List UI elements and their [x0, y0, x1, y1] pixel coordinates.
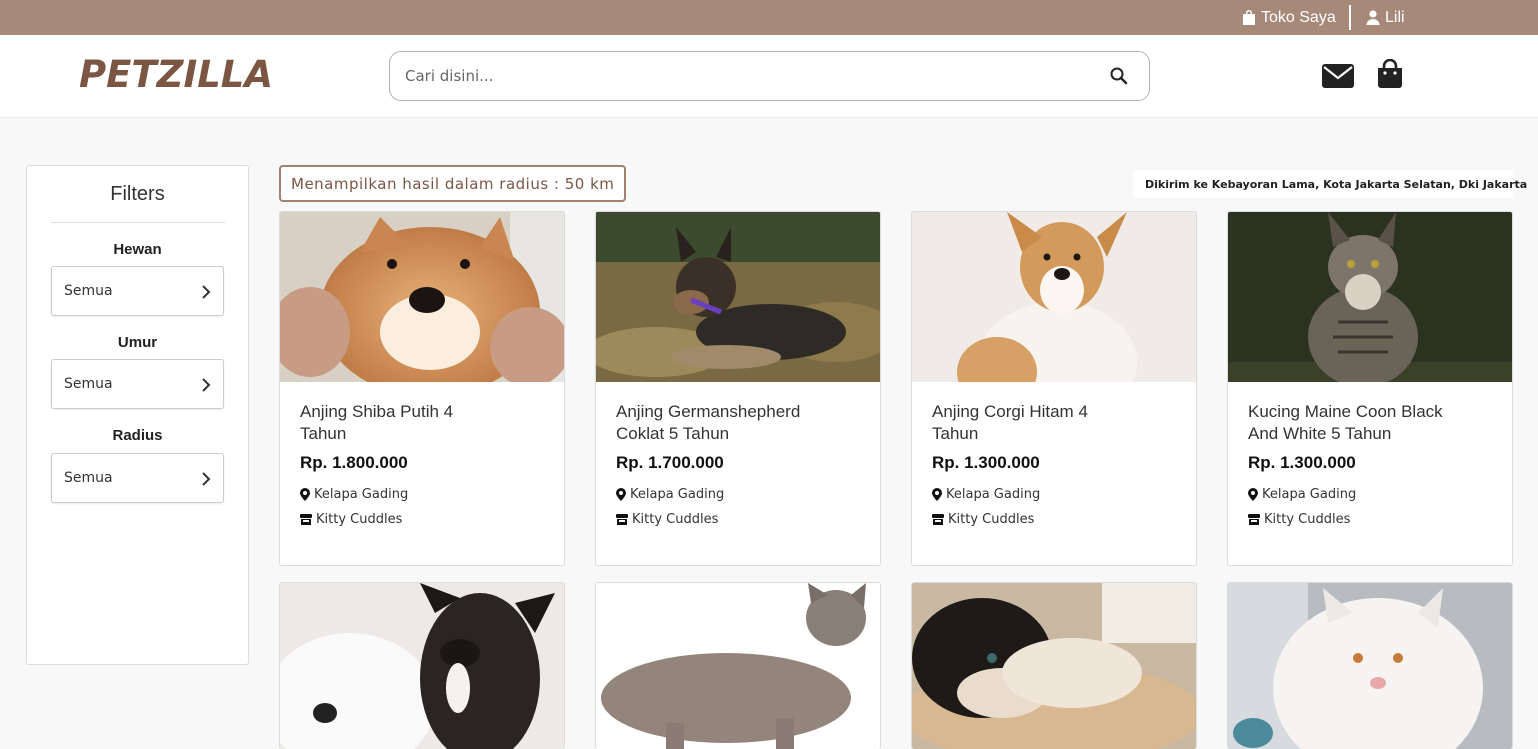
product-image-germanshepherd[interactable]: [596, 212, 880, 382]
product-name[interactable]: Anjing Shiba Putih 4 Tahun: [300, 401, 500, 445]
product-card[interactable]: [595, 582, 881, 749]
store-icon: [932, 514, 944, 525]
topbar-divider: [1349, 5, 1351, 30]
store-icon: [616, 514, 628, 525]
user-account-link[interactable]: Lili: [1366, 0, 1405, 35]
product-name[interactable]: Anjing Corgi Hitam 4 Tahun: [932, 401, 1132, 445]
filter-value-radius: Semua: [64, 470, 113, 486]
top-bar: Toko Saya Lili: [0, 0, 1538, 35]
product-location: Kelapa Gading: [932, 487, 1040, 502]
product-price: Rp. 1.700.000: [616, 453, 724, 472]
product-name[interactable]: Anjing Germanshepherd Coklat 5 Tahun: [616, 401, 816, 445]
shipping-address[interactable]: Dikirim ke Kebayoran Lama, Kota Jakarta …: [1133, 170, 1527, 198]
product-card[interactable]: [911, 582, 1197, 749]
map-pin-icon: [616, 488, 626, 501]
filter-value-umur: Semua: [64, 376, 113, 392]
search-bar: [389, 51, 1150, 101]
filters-panel: Filters Hewan Semua Umur Semua Radius Se…: [26, 165, 249, 665]
product-image-shiba[interactable]: [280, 212, 564, 382]
product-card[interactable]: [1227, 582, 1513, 749]
product-card[interactable]: [279, 582, 565, 749]
filter-select-umur[interactable]: Semua: [51, 359, 224, 409]
product-location-text: Kelapa Gading: [314, 487, 409, 502]
store-icon: [1248, 514, 1260, 525]
product-name[interactable]: Kucing Maine Coon Black And White 5 Tahu…: [1248, 401, 1448, 445]
product-price: Rp. 1.800.000: [300, 453, 408, 472]
product-shop-text: Kitty Cuddles: [1264, 512, 1351, 527]
product-location: Kelapa Gading: [616, 487, 724, 502]
product-shop-text: Kitty Cuddles: [948, 512, 1035, 527]
radius-info-badge: Menampilkan hasil dalam radius : 50 km: [279, 165, 626, 202]
product-price: Rp. 1.300.000: [1248, 453, 1356, 472]
product-price: Rp. 1.300.000: [932, 453, 1040, 472]
filter-label-umur: Umur: [117, 334, 158, 351]
product-shop: Kitty Cuddles: [300, 512, 402, 527]
mail-icon[interactable]: [1322, 64, 1354, 88]
filters-divider: [51, 222, 225, 223]
product-shop: Kitty Cuddles: [1248, 512, 1350, 527]
product-location-text: Kelapa Gading: [1262, 487, 1357, 502]
my-shop-label: Toko Saya: [1261, 8, 1336, 26]
filter-select-hewan[interactable]: Semua: [51, 266, 224, 316]
chevron-right-icon: [202, 472, 211, 486]
search-icon[interactable]: [1109, 66, 1129, 86]
filter-select-radius[interactable]: Semua: [51, 453, 224, 503]
product-card[interactable]: Anjing Corgi Hitam 4 Tahun Rp. 1.300.000…: [911, 211, 1197, 566]
product-image-greycat[interactable]: [596, 583, 880, 749]
shopping-bag-icon: [1243, 10, 1255, 25]
product-image-persiancat[interactable]: [1228, 583, 1512, 749]
product-card[interactable]: Anjing Germanshepherd Coklat 5 Tahun Rp.…: [595, 211, 881, 566]
product-image-mainecoon[interactable]: [1228, 212, 1512, 382]
product-shop-text: Kitty Cuddles: [316, 512, 403, 527]
product-card[interactable]: Anjing Shiba Putih 4 Tahun Rp. 1.800.000…: [279, 211, 565, 566]
chevron-right-icon: [202, 285, 211, 299]
site-logo[interactable]: PETZILLA: [79, 53, 273, 96]
product-location: Kelapa Gading: [1248, 487, 1356, 502]
product-shop: Kitty Cuddles: [616, 512, 718, 527]
filter-label-hewan: Hewan: [113, 241, 162, 258]
user-icon: [1366, 10, 1380, 25]
map-pin-icon: [1248, 488, 1258, 501]
product-location: Kelapa Gading: [300, 487, 408, 502]
search-input[interactable]: [405, 52, 1085, 100]
cart-bag-icon[interactable]: [1376, 59, 1404, 89]
main-header: PETZILLA: [0, 35, 1538, 118]
product-location-text: Kelapa Gading: [630, 487, 725, 502]
product-image-siamesecat[interactable]: [912, 583, 1196, 749]
user-name-label: Lili: [1385, 8, 1405, 26]
my-shop-link[interactable]: Toko Saya: [1242, 0, 1336, 35]
product-location-text: Kelapa Gading: [946, 487, 1041, 502]
map-pin-icon: [932, 488, 942, 501]
filters-title: Filters: [110, 183, 165, 205]
store-icon: [300, 514, 312, 525]
product-image-dogs[interactable]: [280, 583, 564, 749]
map-pin-icon: [300, 488, 310, 501]
filter-label-radius: Radius: [112, 427, 163, 444]
product-card[interactable]: Kucing Maine Coon Black And White 5 Tahu…: [1227, 211, 1513, 566]
shipping-text: Dikirim ke Kebayoran Lama, Kota Jakarta …: [1145, 177, 1528, 191]
chevron-right-icon: [202, 378, 211, 392]
filter-value-hewan: Semua: [64, 283, 113, 299]
product-shop-text: Kitty Cuddles: [632, 512, 719, 527]
product-shop: Kitty Cuddles: [932, 512, 1034, 527]
product-image-corgi[interactable]: [912, 212, 1196, 382]
